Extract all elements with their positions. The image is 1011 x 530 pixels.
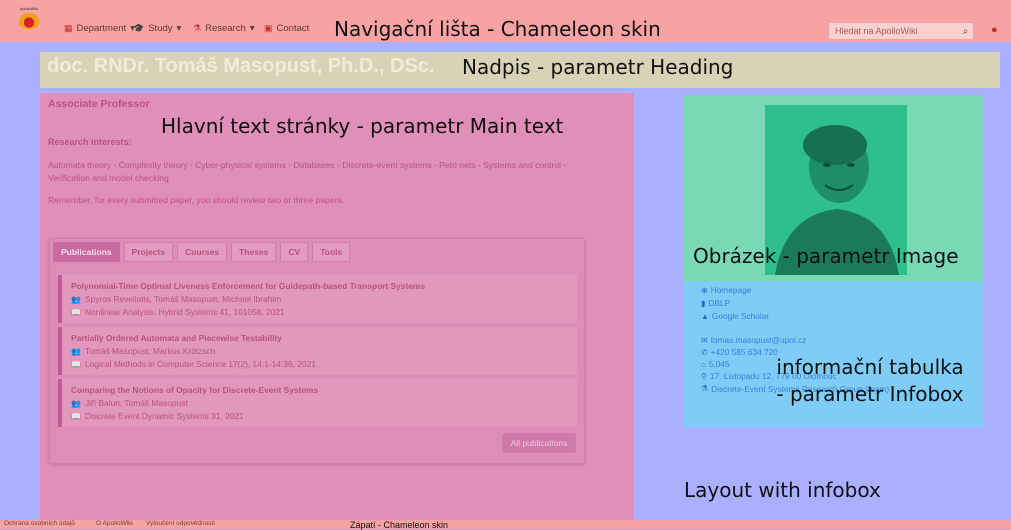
publication-title[interactable]: Polynomial-Time Optimal Liveness Enforce… xyxy=(71,281,425,291)
tab-courses[interactable]: Courses xyxy=(177,242,228,262)
research-interests-text: Automata theory - Complexity theory - Cy… xyxy=(48,160,567,183)
office-text: 5.045 xyxy=(708,359,730,369)
graduation-cap-icon: ▲ xyxy=(701,311,709,321)
book-icon: 📖 xyxy=(71,307,81,317)
building-icon: ▦ xyxy=(64,23,73,33)
users-icon: 👥 xyxy=(71,294,81,304)
search-box: ⌕ xyxy=(828,22,974,40)
book-icon: 📖 xyxy=(71,359,81,369)
navbar-annotation: Navigační lišta - Chameleon skin xyxy=(334,17,661,41)
nav-item-research[interactable]: ⚗ Research ▾ xyxy=(193,23,255,34)
homepage-link[interactable]: ⊕ Homepage xyxy=(701,285,751,295)
contact-icon: ▣ xyxy=(264,23,273,33)
footer: Ochrana osobních údajů O ApolloWiki Vylo… xyxy=(0,520,1011,530)
search-input[interactable] xyxy=(829,26,958,36)
globe-icon: ⊕ xyxy=(701,285,708,295)
nav-item-label: Research xyxy=(205,23,246,34)
publication-authors: 👥 Spyros Reveliotis, Tomáš Masopust, Mic… xyxy=(71,294,281,304)
flower-logo-icon xyxy=(18,13,40,29)
navigation-bar: ApolloWiki ▦ Department ▾ 🎓 Study ▾ ⚗ Re… xyxy=(0,0,1011,42)
main-text-annotation: Hlavní text stránky - parametr Main text xyxy=(161,114,564,138)
publication-venue: 📖 Nonlinear Analysis: Hybrid Systems 41,… xyxy=(71,307,285,317)
heading-annotation: Nadpis - parametr Heading xyxy=(462,55,734,79)
position-title: Associate Professor xyxy=(48,98,150,110)
research-interests-label: Research interests: xyxy=(48,137,132,147)
email-link[interactable]: ✉ tomas.masopust@upol.cz xyxy=(701,335,806,345)
tab-theses[interactable]: Theses xyxy=(231,242,277,262)
search-icon[interactable]: ⌕ xyxy=(958,26,973,37)
authors-text: Spyros Reveliotis, Tomáš Masopust, Micha… xyxy=(84,294,282,304)
authors-text: Tomáš Masopust, Markus Krötzsch xyxy=(84,346,216,356)
footer-link-about[interactable]: O ApolloWiki xyxy=(96,520,133,527)
link-text: DBLP xyxy=(708,298,731,308)
publication-authors: 👥 Tomáš Masopust, Markus Krötzsch xyxy=(71,346,215,356)
infobox: ⊕ Homepage ▮ DBLP ▲ Google Scholar ✉ tom… xyxy=(683,281,983,427)
tab-bar: Publications Projects Courses Theses CV … xyxy=(53,242,351,262)
home-icon: ⌂ xyxy=(701,359,706,369)
footer-link-disclaimer[interactable]: Vyloučení odpovědnosti xyxy=(146,520,215,527)
nav-item-department[interactable]: ▦ Department ▾ xyxy=(64,23,135,34)
google-scholar-link[interactable]: ▲ Google Scholar xyxy=(701,311,769,321)
page-title: doc. RNDr. Tomáš Masopust, Ph.D., DSc. xyxy=(47,55,435,77)
footer-link-privacy[interactable]: Ochrana osobních údajů xyxy=(4,520,75,527)
phone-icon: ✆ xyxy=(701,347,708,357)
publication-item: Polynomial-Time Optimal Liveness Enforce… xyxy=(58,275,577,323)
users-icon: 👥 xyxy=(71,398,81,408)
publication-venue: 📖 Logical Methods in Computer Science 17… xyxy=(71,359,316,369)
reminder-text: Remember, for every submitted paper, you… xyxy=(48,195,345,205)
publications-card: Publications Projects Courses Theses CV … xyxy=(49,238,585,464)
site-logo[interactable]: ApolloWiki xyxy=(14,6,44,36)
book-icon: ▮ xyxy=(701,298,706,308)
image-area: Obrázek - parametr Image xyxy=(683,95,983,281)
tab-publications[interactable]: Publications xyxy=(53,242,120,262)
authors-text: Jiří Balun, Tomáš Masopust xyxy=(84,398,188,408)
image-annotation: Obrázek - parametr Image xyxy=(693,244,959,268)
flask-icon: ⚗ xyxy=(701,384,709,393)
nav-item-contact[interactable]: ▣ Contact xyxy=(264,23,309,34)
nav-item-label: Contact xyxy=(276,23,310,34)
office-info: ⌂ 5.045 xyxy=(701,359,730,369)
publication-item: Comparing the Notions of Opacity for Dis… xyxy=(58,379,577,427)
book-icon: 📖 xyxy=(71,411,81,421)
nav-item-study[interactable]: 🎓 Study ▾ xyxy=(133,23,181,34)
tab-projects[interactable]: Projects xyxy=(123,242,174,262)
infobox-annotation: informační tabulka - parametr Infobox xyxy=(765,354,975,408)
layout-annotation: Layout with infobox xyxy=(684,478,881,502)
infobox-annotation-line-2: - parametr Infobox xyxy=(776,382,964,406)
link-text: Homepage xyxy=(710,285,752,295)
users-icon: 👥 xyxy=(71,346,81,356)
chevron-down-icon: ▾ xyxy=(176,23,182,34)
map-marker-icon: ⚲ xyxy=(701,371,707,381)
nav-item-label: Department xyxy=(76,23,127,34)
all-publications-button[interactable]: All publications xyxy=(502,433,576,453)
logo-text: ApolloWiki xyxy=(19,6,39,11)
publication-item: Partially Ordered Automata and Piecewise… xyxy=(58,327,577,375)
dblp-link[interactable]: ▮ DBLP xyxy=(701,298,730,308)
graduation-cap-icon: 🎓 xyxy=(133,23,145,33)
publication-title[interactable]: Partially Ordered Automata and Piecewise… xyxy=(71,333,282,343)
user-icon[interactable]: ● xyxy=(991,24,998,36)
infobox-annotation-line-1: informační tabulka xyxy=(776,355,964,379)
main-text-area: Associate Professor Hlavní text stránky … xyxy=(40,93,634,520)
publication-title[interactable]: Comparing the Notions of Opacity for Dis… xyxy=(71,385,318,395)
email-text: tomas.masopust@upol.cz xyxy=(710,335,807,345)
venue-text: Logical Methods in Computer Science 17(2… xyxy=(84,359,316,369)
tab-cv[interactable]: CV xyxy=(280,242,309,262)
venue-text: Nonlinear Analysis: Hybrid Systems 41, 1… xyxy=(84,307,285,317)
venue-text: Discrete Event Dynamic Systems 31, 2021 xyxy=(84,411,244,421)
chevron-down-icon: ▾ xyxy=(249,23,255,34)
heading-band: doc. RNDr. Tomáš Masopust, Ph.D., DSc. N… xyxy=(40,52,1000,88)
tab-tools[interactable]: Tools xyxy=(312,242,351,262)
nav-item-label: Study xyxy=(148,23,173,34)
flask-icon: ⚗ xyxy=(193,23,202,33)
link-text: Google Scholar xyxy=(711,311,770,321)
envelope-icon: ✉ xyxy=(701,335,708,345)
publication-venue: 📖 Discrete Event Dynamic Systems 31, 202… xyxy=(71,411,244,421)
publication-authors: 👥 Jiří Balun, Tomáš Masopust xyxy=(71,398,188,408)
